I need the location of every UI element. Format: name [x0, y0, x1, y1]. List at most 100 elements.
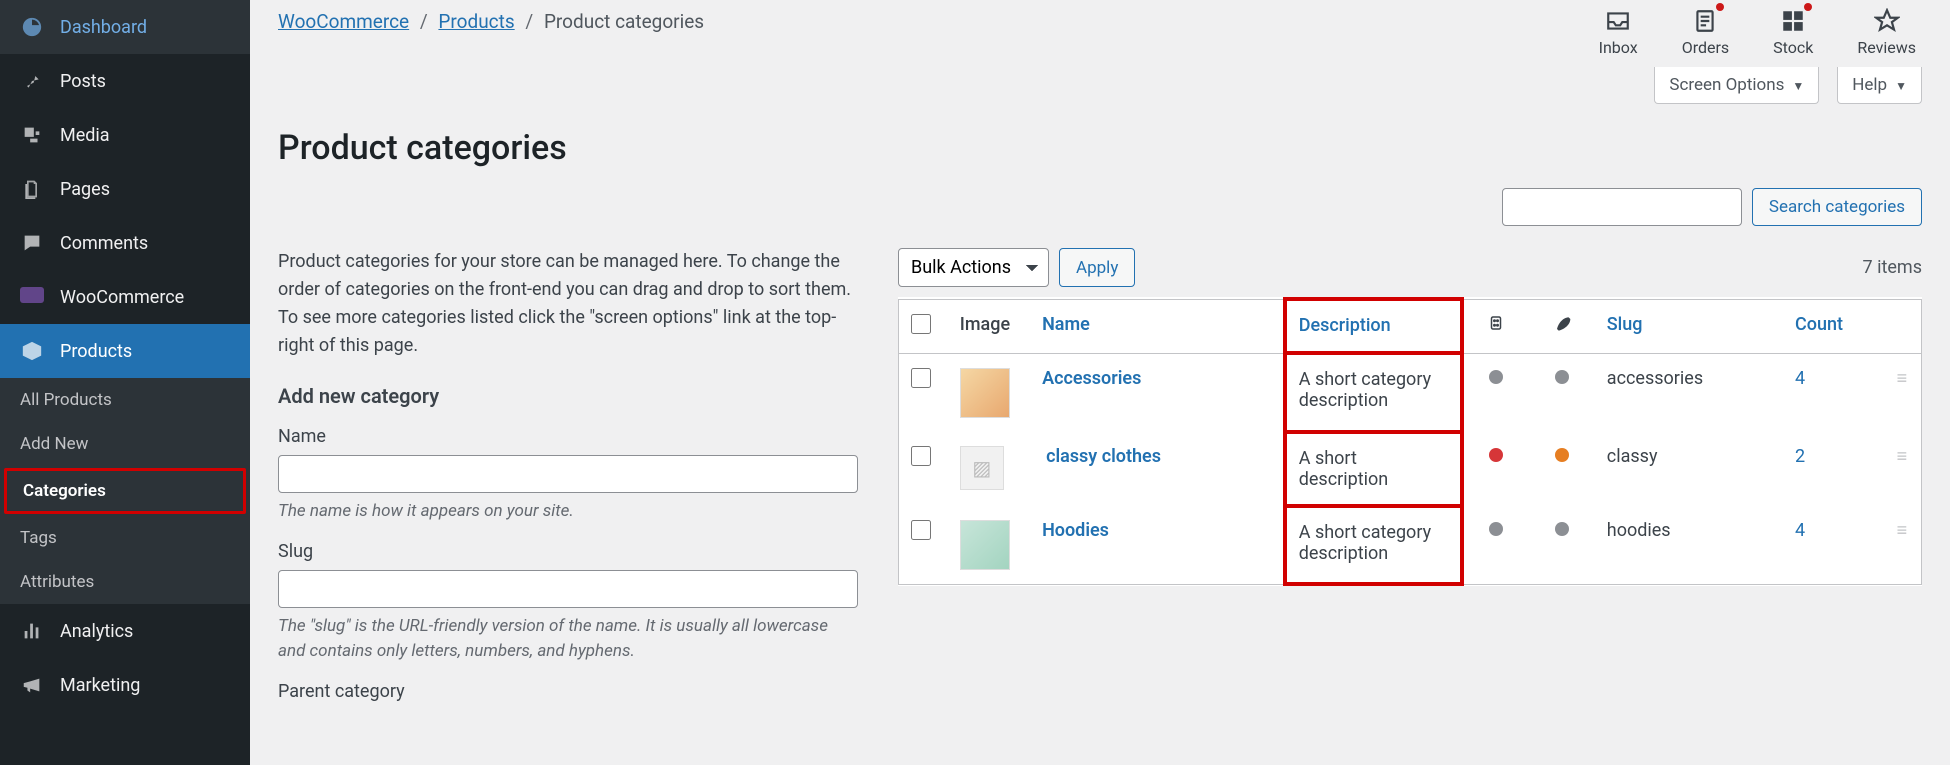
- sidebar-submenu-products: All Products Add New Categories Tags Att…: [0, 378, 250, 604]
- drag-handle[interactable]: ≡: [1883, 353, 1922, 432]
- activity-orders[interactable]: Orders: [1682, 4, 1729, 57]
- sidebar-item-marketing[interactable]: Marketing: [0, 658, 250, 712]
- category-slug: classy: [1595, 432, 1783, 506]
- activity-panel: Inbox Orders Stock Reviews: [1599, 4, 1916, 57]
- sidebar-sub-attributes[interactable]: Attributes: [0, 560, 250, 604]
- category-count[interactable]: 2: [1795, 446, 1805, 467]
- sidebar-item-woocommerce[interactable]: WooCommerce: [0, 270, 250, 324]
- sidebar-item-label: Pages: [60, 179, 110, 200]
- page-title: Product categories: [278, 128, 1922, 168]
- feather-icon: [1552, 318, 1572, 339]
- col-image: Image: [948, 299, 1030, 353]
- help-button[interactable]: Help▼: [1837, 67, 1922, 104]
- category-name-link[interactable]: Hoodies: [1042, 520, 1109, 541]
- pin-icon: [18, 68, 46, 94]
- sidebar-item-analytics[interactable]: Analytics: [0, 604, 250, 658]
- status-dot: [1555, 522, 1569, 536]
- add-category-form: Product categories for your store can be…: [278, 248, 858, 720]
- col-description[interactable]: Description: [1299, 315, 1391, 336]
- col-count[interactable]: Count: [1795, 314, 1843, 335]
- sidebar-sub-categories[interactable]: Categories: [4, 468, 246, 514]
- category-description: A short category description: [1285, 506, 1462, 585]
- category-description: A short category description: [1285, 353, 1462, 432]
- comments-icon: [18, 230, 46, 256]
- table-row: ▨classy clothesA short descriptionclassy…: [899, 432, 1922, 506]
- name-field[interactable]: [278, 455, 858, 493]
- search-input[interactable]: [1502, 188, 1742, 226]
- status-dot: [1555, 448, 1569, 462]
- status-dot: [1489, 448, 1503, 462]
- sidebar-sub-tags[interactable]: Tags: [0, 516, 250, 560]
- sidebar-item-pages[interactable]: Pages: [0, 162, 250, 216]
- category-slug: hoodies: [1595, 506, 1783, 585]
- sidebar-item-label: Products: [60, 341, 132, 362]
- main-content: WooCommerce / Products / Product categor…: [250, 0, 1950, 765]
- breadcrumb-woocommerce[interactable]: WooCommerce: [278, 10, 409, 33]
- row-checkbox[interactable]: [911, 368, 931, 388]
- dashboard-icon: [18, 14, 46, 40]
- placeholder-thumb: ▨: [960, 446, 1004, 490]
- sidebar-item-label: Comments: [60, 233, 148, 254]
- select-all-checkbox[interactable]: [911, 314, 931, 334]
- media-icon: [18, 122, 46, 148]
- slug-hint: The "slug" is the URL-friendly version o…: [278, 614, 858, 663]
- table-row: Hoodies A short category description hoodi…: [899, 506, 1922, 585]
- sidebar-item-label: Marketing: [60, 675, 140, 696]
- form-heading: Add new category: [278, 384, 858, 408]
- slug-field[interactable]: [278, 570, 858, 608]
- category-name-link[interactable]: classy clothes: [1046, 446, 1161, 467]
- breadcrumb: WooCommerce / Products / Product categor…: [278, 4, 704, 33]
- marketing-icon: [18, 672, 46, 698]
- row-checkbox[interactable]: [911, 446, 931, 466]
- category-name-link[interactable]: Accessories: [1042, 368, 1141, 389]
- categories-table: Image Name Description Slug Count Access…: [898, 297, 1922, 586]
- category-thumb: [960, 520, 1010, 570]
- orders-icon: [1692, 4, 1718, 38]
- drag-handle[interactable]: ≡: [1883, 506, 1922, 585]
- category-thumb: [960, 368, 1010, 418]
- items-count: 7 items: [1863, 257, 1922, 278]
- breadcrumb-current: Product categories: [544, 10, 704, 33]
- sidebar-item-media[interactable]: Media: [0, 108, 250, 162]
- category-count[interactable]: 4: [1795, 368, 1805, 389]
- sidebar-item-dashboard[interactable]: Dashboard: [0, 0, 250, 54]
- chevron-down-icon: ▼: [1895, 79, 1907, 93]
- name-hint: The name is how it appears on your site.: [278, 499, 858, 524]
- col-slug[interactable]: Slug: [1607, 314, 1643, 335]
- activity-reviews[interactable]: Reviews: [1857, 4, 1916, 57]
- analytics-icon: [18, 618, 46, 644]
- search-categories-button[interactable]: Search categories: [1752, 188, 1922, 226]
- slug-label: Slug: [278, 541, 858, 562]
- sidebar-item-label: Posts: [60, 71, 106, 92]
- sidebar-item-label: Media: [60, 125, 110, 146]
- grip-column-icon: [1487, 316, 1505, 337]
- chevron-down-icon: ▼: [1792, 79, 1804, 93]
- sidebar-sub-add-new[interactable]: Add New: [0, 422, 250, 466]
- status-dot: [1489, 370, 1503, 384]
- row-checkbox[interactable]: [911, 520, 931, 540]
- activity-inbox[interactable]: Inbox: [1599, 4, 1638, 57]
- col-name[interactable]: Name: [1042, 314, 1090, 335]
- table-row: AccessoriesA short category descriptiona…: [899, 353, 1922, 432]
- category-count[interactable]: 4: [1795, 520, 1805, 541]
- inbox-icon: [1605, 4, 1631, 38]
- reviews-icon: [1874, 4, 1900, 38]
- breadcrumb-products[interactable]: Products: [438, 10, 514, 33]
- sidebar-item-label: Dashboard: [60, 17, 147, 38]
- drag-handle[interactable]: ≡: [1883, 432, 1922, 506]
- intro-text: Product categories for your store can be…: [278, 248, 858, 360]
- sidebar-item-products[interactable]: Products: [0, 324, 250, 378]
- screen-options-button[interactable]: Screen Options▼: [1654, 67, 1819, 104]
- activity-stock[interactable]: Stock: [1773, 4, 1813, 57]
- status-dot: [1489, 522, 1503, 536]
- parent-label: Parent category: [278, 681, 858, 702]
- categories-table-section: Bulk Actions Apply 7 items Image Name De…: [898, 248, 1922, 720]
- apply-button[interactable]: Apply: [1059, 248, 1135, 287]
- sidebar-sub-all-products[interactable]: All Products: [0, 378, 250, 422]
- stock-icon: [1780, 4, 1806, 38]
- bulk-actions-select[interactable]: Bulk Actions: [898, 248, 1049, 287]
- name-label: Name: [278, 426, 858, 447]
- sidebar-item-comments[interactable]: Comments: [0, 216, 250, 270]
- sidebar-item-posts[interactable]: Posts: [0, 54, 250, 108]
- sidebar-item-label: Analytics: [60, 621, 133, 642]
